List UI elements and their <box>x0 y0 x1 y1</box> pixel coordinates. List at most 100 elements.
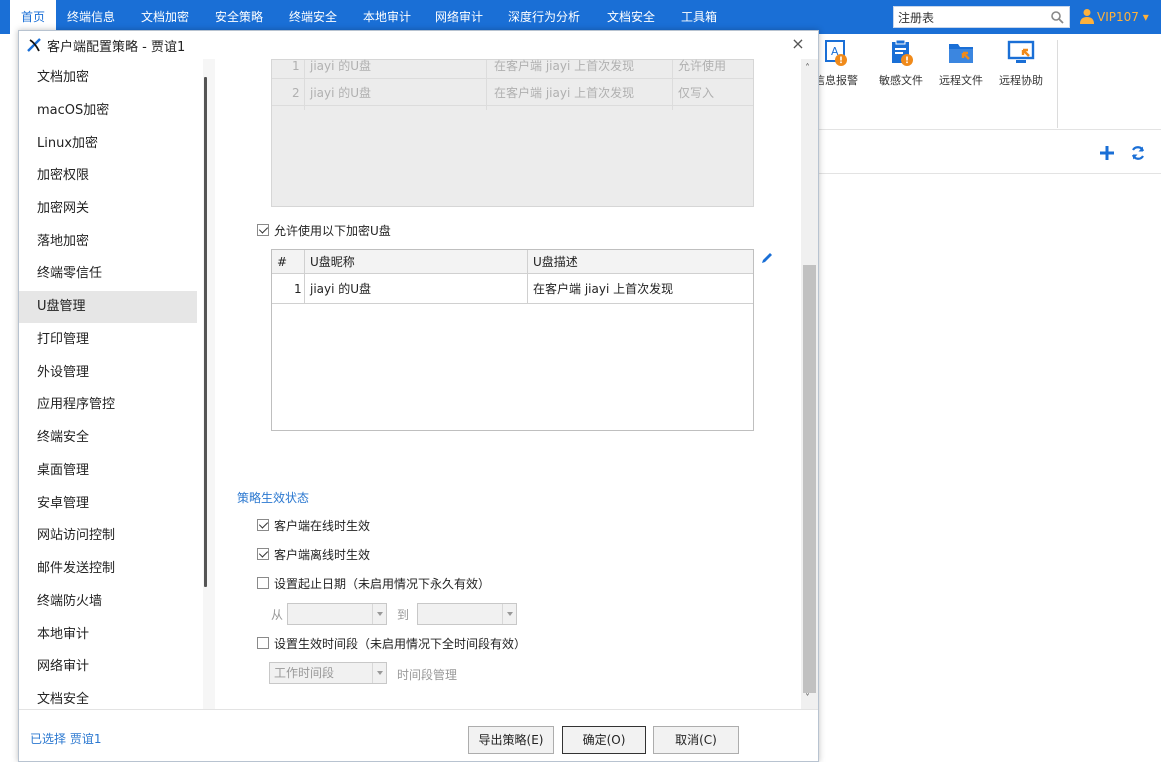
from-label: 从 <box>271 608 284 622</box>
section-title-policy-effect: 策略生效状态 <box>237 491 310 505</box>
sidebar-item-network-audit[interactable]: 网络审计 <box>19 651 197 683</box>
time-period-management-link[interactable]: 时间段管理 <box>397 666 457 683</box>
column-divider <box>672 60 673 110</box>
sidebar-item-desktop-management[interactable]: 桌面管理 <box>19 455 197 487</box>
row-number: 1 <box>292 59 300 73</box>
content-scrollbar[interactable]: ˄ ˅ <box>801 59 818 709</box>
column-header-usb-name[interactable]: U盘昵称 <box>310 250 355 274</box>
remote-assist-icon <box>1007 40 1035 63</box>
cancel-button[interactable]: 取消(C) <box>653 726 739 754</box>
sidebar-item-android-management[interactable]: 安卓管理 <box>19 488 197 520</box>
column-divider <box>486 60 487 110</box>
sidebar-item-print-management[interactable]: 打印管理 <box>19 324 197 356</box>
offline-effective-checkbox[interactable] <box>257 548 269 560</box>
sidebar-item-encryption-permissions[interactable]: 加密权限 <box>19 160 197 192</box>
refresh-icon[interactable] <box>1130 145 1146 161</box>
nav-tab-home[interactable]: 首页 <box>10 0 56 34</box>
time-range-checkbox[interactable] <box>257 637 269 649</box>
ok-button[interactable]: 确定(O) <box>562 726 646 754</box>
tool-sensitive-files[interactable]: 敏感文件 <box>871 38 931 88</box>
disabled-usb-table: 1 jiayi 的U盘 在客户端 jiayi 上首次发现 允许使用 2 jiay… <box>271 59 754 207</box>
table-row: 2 jiayi 的U盘 在客户端 jiayi 上首次发现 仅写入 <box>272 80 753 106</box>
tool-remote-assist[interactable]: 远程协助 <box>991 38 1051 88</box>
sidebar-item-terminal-security[interactable]: 终端安全 <box>19 422 197 454</box>
sidebar-item-macos-encryption[interactable]: macOS加密 <box>19 95 197 127</box>
usb-permission: 仅写入 <box>678 86 715 100</box>
online-effective-checkbox[interactable] <box>257 519 269 531</box>
background-left-strip <box>0 34 18 762</box>
column-header-number[interactable]: # <box>277 250 287 274</box>
scroll-up-icon[interactable]: ˄ <box>805 63 810 74</box>
tool-remote-files[interactable]: 远程文件 <box>931 38 991 88</box>
sidebar-item-website-access[interactable]: 网站访问控制 <box>19 520 197 552</box>
nav-tab-security-policy[interactable]: 安全策略 <box>208 0 270 34</box>
column-header-usb-description[interactable]: U盘描述 <box>533 250 578 274</box>
sidebar-item-doc-encryption[interactable]: 文档加密 <box>19 62 197 94</box>
encrypted-usb-table: # U盘昵称 U盘描述 1 jiayi 的U盘 在客户端 jiayi 上首次发现 <box>271 249 754 431</box>
tool-label: 敏感文件 <box>879 74 923 87</box>
search-input[interactable] <box>898 9 1038 25</box>
allow-encrypted-usb-checkbox[interactable] <box>257 224 269 236</box>
nav-tab-behavior-analysis[interactable]: 深度行为分析 <box>502 0 586 34</box>
nav-tab-doc-encryption[interactable]: 文档加密 <box>134 0 196 34</box>
nav-tab-network-audit[interactable]: 网络审计 <box>428 0 490 34</box>
usb-name: jiayi 的U盘 <box>310 59 372 73</box>
nav-tab-terminal-info[interactable]: 终端信息 <box>60 0 122 34</box>
chevron-down-icon: ▾ <box>1138 10 1149 24</box>
sidebar-item-encryption-gateway[interactable]: 加密网关 <box>19 193 197 225</box>
table-row[interactable]: 1 jiayi 的U盘 在客户端 jiayi 上首次发现 <box>272 274 753 304</box>
export-policy-button[interactable]: 导出策略(E) <box>468 726 554 754</box>
selected-target-text: 已选择 贾谊1 <box>30 732 102 746</box>
date-range-label: 设置起止日期（未启用情况下永久有效） <box>274 577 491 591</box>
sidebar-item-usb-management[interactable]: U盘管理 <box>19 291 197 323</box>
usb-permission: 允许使用 <box>678 59 727 73</box>
edit-icon[interactable] <box>760 251 774 265</box>
sidebar-item-app-control[interactable]: 应用程序管控 <box>19 389 197 421</box>
chevron-down-icon <box>502 604 516 624</box>
nav-tab-doc-security[interactable]: 文档安全 <box>600 0 662 34</box>
chevron-down-icon <box>372 604 386 624</box>
sidebar-item-landing-encryption[interactable]: 落地加密 <box>19 226 197 258</box>
top-search-box <box>893 6 1070 28</box>
user-icon <box>1080 9 1094 24</box>
online-effective-label: 客户端在线时生效 <box>274 519 371 533</box>
dialog-titlebar: 客户端配置策略 - 贾谊1 × <box>19 31 818 59</box>
toolbar-divider <box>1057 40 1058 128</box>
scroll-down-icon[interactable]: ˅ <box>805 693 810 704</box>
sidebar-scrollbar[interactable] <box>204 77 207 587</box>
column-divider <box>527 250 528 304</box>
nav-tab-local-audit[interactable]: 本地审计 <box>356 0 418 34</box>
usb-description: 在客户端 jiayi 上首次发现 <box>494 59 635 73</box>
nav-tab-toolbox[interactable]: 工具箱 <box>674 0 724 34</box>
sidebar-item-local-audit[interactable]: 本地审计 <box>19 619 197 651</box>
time-range-label: 设置生效时间段（未启用情况下全时间段有效） <box>274 637 527 651</box>
sensitive-file-icon <box>892 39 913 66</box>
sidebar-item-firewall[interactable]: 终端防火墙 <box>19 586 197 618</box>
offline-effective-label: 客户端离线时生效 <box>274 548 371 562</box>
add-icon[interactable] <box>1099 145 1115 161</box>
to-label: 到 <box>397 608 410 622</box>
sidebar-item-zero-trust[interactable]: 终端零信任 <box>19 258 197 290</box>
tool-label: 远程协助 <box>999 74 1043 87</box>
date-range-checkbox[interactable] <box>257 577 269 589</box>
column-divider <box>304 60 305 110</box>
sidebar-item-linux-encryption[interactable]: Linux加密 <box>19 128 197 160</box>
close-icon[interactable]: × <box>789 35 807 53</box>
alarm-icon: A <box>825 40 847 66</box>
end-date-select[interactable] <box>417 603 517 625</box>
nav-tab-terminal-security[interactable]: 终端安全 <box>282 0 344 34</box>
time-period-select[interactable]: 工作时间段 <box>269 662 387 684</box>
start-date-select[interactable] <box>287 603 387 625</box>
table-row: 1 jiayi 的U盘 在客户端 jiayi 上首次发现 允许使用 <box>272 59 753 79</box>
allow-encrypted-usb-label: 允许使用以下加密U盘 <box>274 224 391 238</box>
table-header: # U盘昵称 U盘描述 <box>272 250 753 274</box>
search-icon[interactable] <box>1050 10 1064 24</box>
user-menu[interactable]: VIP107 ▾ <box>1080 0 1149 34</box>
policy-content-panel: 1 jiayi 的U盘 在客户端 jiayi 上首次发现 允许使用 2 jiay… <box>215 59 801 709</box>
dialog-title: 客户端配置策略 - 贾谊1 <box>47 40 186 55</box>
scrollbar-thumb[interactable] <box>803 265 816 693</box>
sidebar-item-mail-control[interactable]: 邮件发送控制 <box>19 553 197 585</box>
sidebar-item-peripheral-management[interactable]: 外设管理 <box>19 357 197 389</box>
tool-label: 远程文件 <box>939 74 983 87</box>
app-logo-icon <box>27 38 41 52</box>
